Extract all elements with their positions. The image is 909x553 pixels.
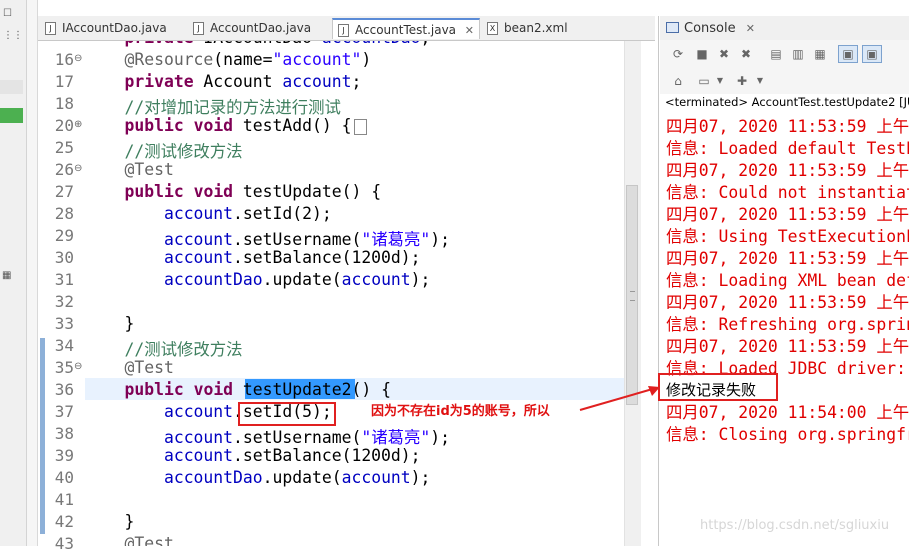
editor-tab-bar: J IAccountDao.java J AccountDao.java J A…: [38, 16, 655, 41]
tab-iaccountdao[interactable]: J IAccountDao.java: [40, 18, 180, 39]
code-line[interactable]: public void testAdd() {: [85, 116, 368, 135]
tab-label: bean2.xml: [504, 21, 568, 35]
annotation-box-setid: [238, 402, 336, 426]
java-file-icon: J: [193, 22, 204, 35]
tab-label: IAccountDao.java: [62, 21, 167, 35]
tab-bean2-xml[interactable]: X bean2.xml: [482, 18, 592, 39]
code-line[interactable]: public void testUpdate() {: [85, 182, 381, 201]
code-line[interactable]: accountDao.update(account);: [85, 468, 430, 487]
code-line[interactable]: @Test: [85, 534, 173, 546]
code-area[interactable]: private IAccountDao accountDao; @Resourc…: [0, 40, 624, 546]
console-line: 信息: Closing org.springframework: [666, 425, 909, 444]
tab-accounttest[interactable]: J AccountTest.java ✕: [332, 18, 480, 39]
annotation-arrow: [579, 386, 660, 411]
console-line: 信息: Could not instantiate: [666, 183, 909, 202]
tab-label: AccountDao.java: [210, 21, 312, 35]
tab-label: AccountTest.java: [355, 23, 457, 37]
tab-accountdao[interactable]: J AccountDao.java: [188, 18, 328, 39]
code-line[interactable]: }: [85, 314, 134, 333]
console-line: 四月07, 2020 11:53:59 上午: [666, 205, 909, 224]
annotation-box-console: [658, 373, 778, 401]
code-line[interactable]: //测试修改方法: [85, 336, 242, 360]
code-line[interactable]: public void testUpdate2() {: [85, 380, 390, 399]
console-line: 四月07, 2020 11:53:59 上午: [666, 337, 909, 356]
java-interface-file-icon: J: [45, 22, 56, 35]
console-line: 四月07, 2020 11:54:00 上午: [666, 403, 909, 422]
watermark: https://blog.csdn.net/sgliuxiu: [700, 518, 890, 533]
console-line: 四月07, 2020 11:53:59 上午: [666, 293, 909, 312]
console-line: 四月07, 2020 11:53:59 上午: [666, 117, 909, 136]
console-line: 信息: Using TestExecutionListeners: [666, 227, 909, 246]
code-line[interactable]: account.setBalance(1200d);: [85, 446, 421, 465]
annotation-note: 因为不存在id为5的账号，所以: [371, 404, 550, 419]
code-line[interactable]: private Account account;: [85, 72, 361, 91]
code-line[interactable]: }: [85, 512, 134, 531]
java-file-icon: J: [338, 24, 349, 37]
code-line[interactable]: account.setUsername("诸葛亮");: [85, 424, 450, 448]
code-line[interactable]: account.setBalance(1200d);: [85, 248, 421, 267]
console-line: 信息: Loaded default TestExecutionListener: [666, 139, 909, 158]
code-line[interactable]: //对增加记录的方法进行测试: [85, 94, 340, 118]
package-explorer-icon[interactable]: ☐: [3, 8, 12, 19]
folded-code-marker[interactable]: [354, 118, 368, 135]
xml-file-icon: X: [487, 22, 498, 35]
code-line[interactable]: accountDao.update(account);: [85, 270, 430, 289]
code-line[interactable]: account.setId(2);: [85, 204, 332, 223]
console-line: 四月07, 2020 11:53:59 上午: [666, 249, 909, 268]
code-line[interactable]: //测试修改方法: [85, 138, 242, 162]
code-line[interactable]: @Test: [85, 160, 173, 179]
code-line[interactable]: @Test: [85, 358, 173, 377]
code-line[interactable]: account.setUsername("诸葛亮");: [85, 226, 450, 250]
console-line: 信息: Refreshing org.springframework: [666, 315, 909, 334]
close-icon[interactable]: ✕: [465, 20, 474, 41]
console-line: 四月07, 2020 11:53:59 上午: [666, 161, 909, 180]
code-line[interactable]: @Resource(name="account"): [85, 50, 371, 69]
console-line: 信息: Loading XML bean definitions: [666, 271, 909, 290]
